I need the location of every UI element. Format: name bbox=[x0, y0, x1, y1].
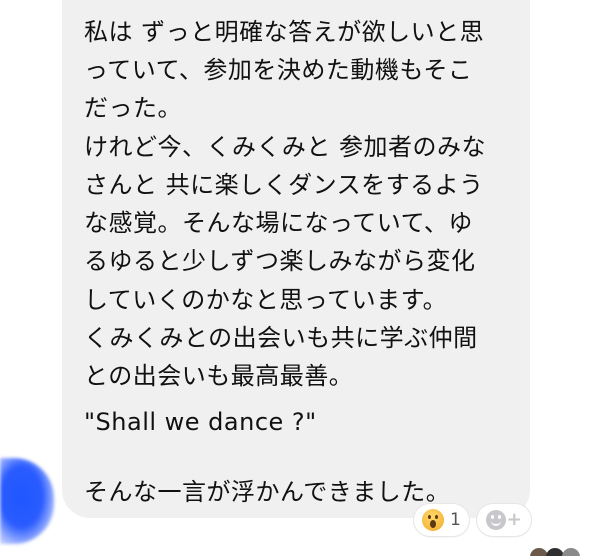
read-receipt-avatars bbox=[530, 544, 590, 556]
message-line: っていて、参加を決めた動機もそこ bbox=[84, 56, 473, 84]
message-line: "Shall we dance ?" bbox=[84, 408, 317, 436]
avatar bbox=[562, 548, 580, 556]
reaction-bar: 1 + bbox=[414, 504, 531, 536]
add-reaction-icon bbox=[485, 510, 506, 530]
message-line: そんな一言が浮かんできました。 bbox=[84, 478, 451, 506]
message-line: していくのかなと思っています。 bbox=[84, 286, 448, 314]
message-line: 私は ずっと明確な答えが欲しいと思 bbox=[84, 18, 485, 46]
message-line: だった。 bbox=[84, 94, 182, 122]
message-line: るゆると少しずつ楽しみながら変化 bbox=[84, 247, 476, 275]
reaction-count: 1 bbox=[450, 509, 461, 530]
message-line: さんと 共に楽しくダンスをするよう bbox=[84, 171, 484, 199]
message-line: との出会いも最高最善。 bbox=[84, 362, 354, 390]
chat-screen: 私は ずっと明確な答えが欲しいと思 っていて、参加を決めた動機もそこ だった。 … bbox=[0, 0, 612, 556]
message-line: くみくみとの出会いも共に学ぶ仲間 bbox=[84, 324, 478, 352]
message-line: けれど今、くみくみと 参加者のみな bbox=[84, 133, 487, 161]
message-bubble[interactable]: 私は ずっと明確な答えが欲しいと思 っていて、参加を決めた動機もそこ だった。 … bbox=[62, 0, 530, 518]
sender-avatar[interactable] bbox=[0, 458, 54, 544]
wow-emoji-icon bbox=[422, 509, 444, 531]
reaction-wow[interactable]: 1 bbox=[414, 504, 469, 536]
add-reaction-button[interactable]: + bbox=[476, 504, 531, 536]
message-line: な感覚。そんな場になっていて、ゆ bbox=[84, 209, 473, 237]
plus-icon: + bbox=[506, 509, 522, 530]
